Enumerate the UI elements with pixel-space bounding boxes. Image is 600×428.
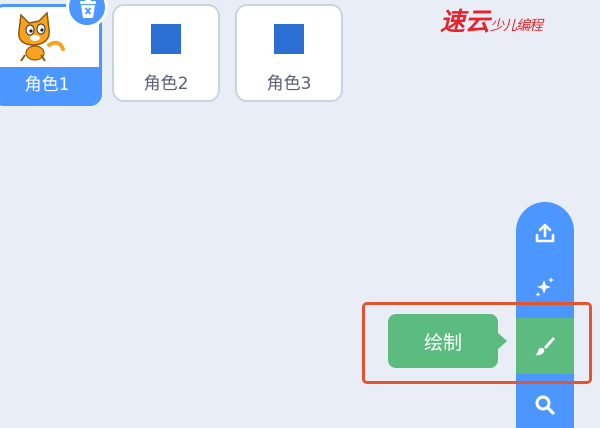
upload-sprite-button[interactable] (516, 206, 574, 260)
trash-icon (80, 0, 96, 18)
choose-sprite-button[interactable] (516, 378, 574, 428)
sprite-label: 角色1 (24, 75, 70, 95)
cat-sprite-thumbnail (18, 11, 65, 62)
search-icon (535, 395, 555, 415)
upload-icon (535, 223, 555, 243)
sprite-label: 角色2 (143, 74, 189, 94)
sprite-tile-2[interactable]: 角色2 (112, 4, 220, 102)
brand-text-large: 速云 (440, 7, 491, 36)
sprite-tile-3[interactable]: 角色3 (235, 4, 343, 102)
brand-text-small: 少儿编程 (490, 18, 543, 34)
sprite-label: 角色3 (266, 74, 312, 94)
brand-watermark: 速云少儿编程 (440, 2, 590, 42)
surprise-sparkle-icon (535, 277, 554, 297)
annotation-highlight-box (362, 302, 592, 384)
blue-square-thumbnail (274, 24, 304, 54)
blue-square-thumbnail (151, 24, 181, 54)
